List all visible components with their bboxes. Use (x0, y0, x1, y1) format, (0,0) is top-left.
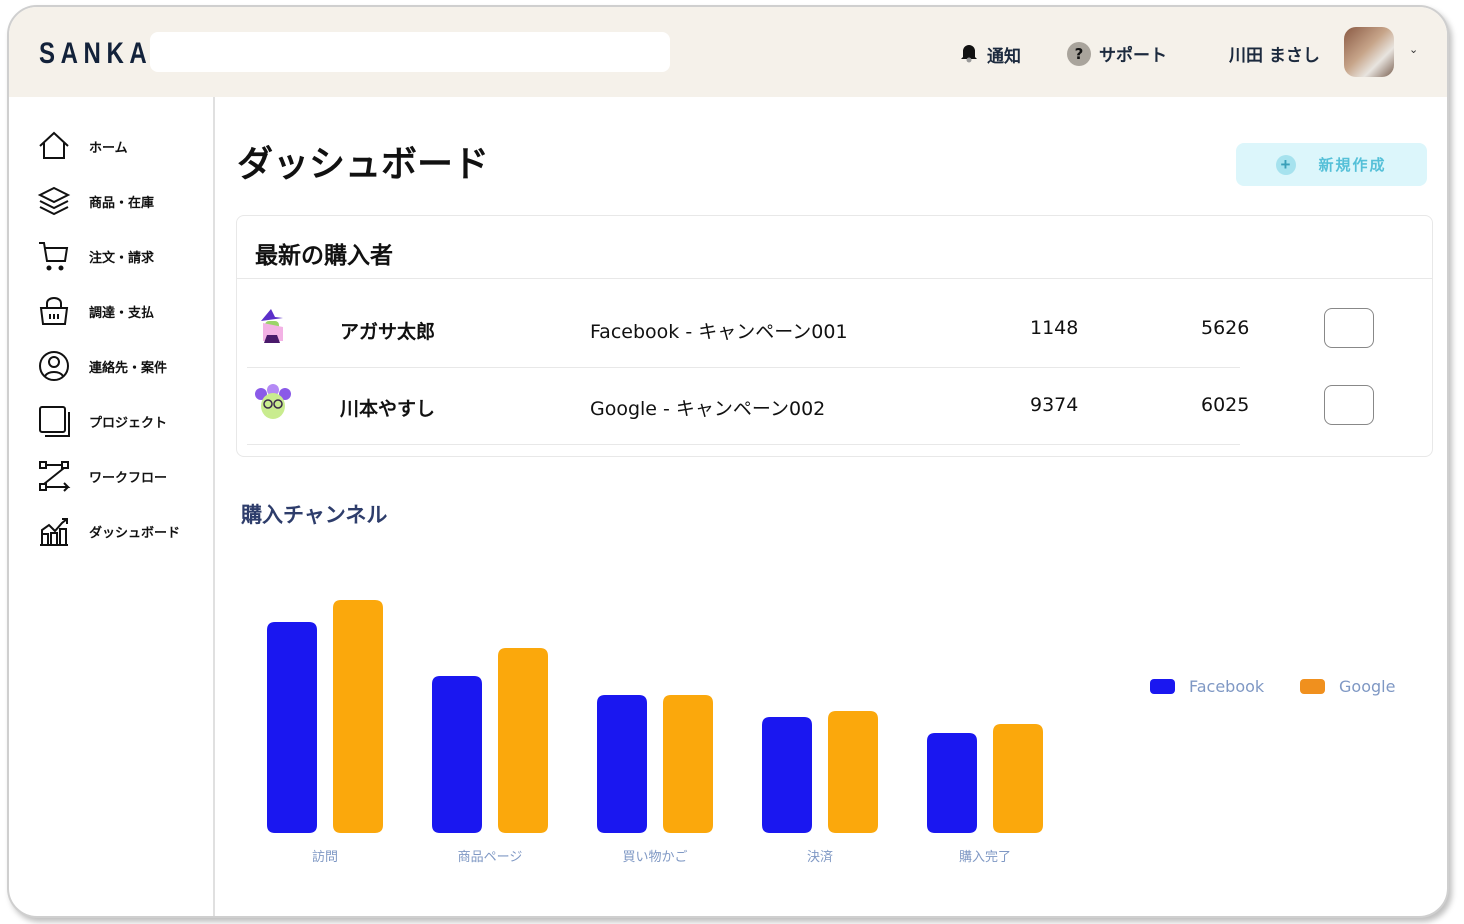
bar-google-1 (498, 648, 548, 833)
bar-facebook-4 (927, 733, 977, 833)
bar-facebook-1 (432, 676, 482, 833)
bar-facebook-0 (267, 622, 317, 833)
bar-google-2 (663, 695, 713, 833)
app-window: SANKA 通知 ? サポート 川田 まさし ⌄ ホーム 商品・在庫 注文・請求… (7, 5, 1449, 918)
bar-facebook-2 (597, 695, 647, 833)
x-tick-label: 買い物かご (622, 850, 688, 865)
bar-chart (267, 600, 1043, 833)
legend-swatch (1150, 679, 1175, 694)
x-tick-label: 訪問 (311, 850, 339, 865)
x-tick-label: 商品ページ (457, 850, 523, 865)
legend-swatch (1300, 679, 1325, 694)
bar-google-0 (333, 600, 383, 833)
legend-google[interactable]: Google (1300, 677, 1395, 696)
bar-google-3 (828, 711, 878, 833)
bar-google-4 (993, 724, 1043, 833)
x-tick-label: 決済 (806, 850, 834, 865)
x-tick-label: 購入完了 (958, 850, 1012, 865)
legend-facebook[interactable]: Facebook (1150, 677, 1264, 696)
bar-facebook-3 (762, 717, 812, 833)
legend-label: Google (1339, 677, 1396, 696)
legend-label: Facebook (1189, 677, 1265, 696)
